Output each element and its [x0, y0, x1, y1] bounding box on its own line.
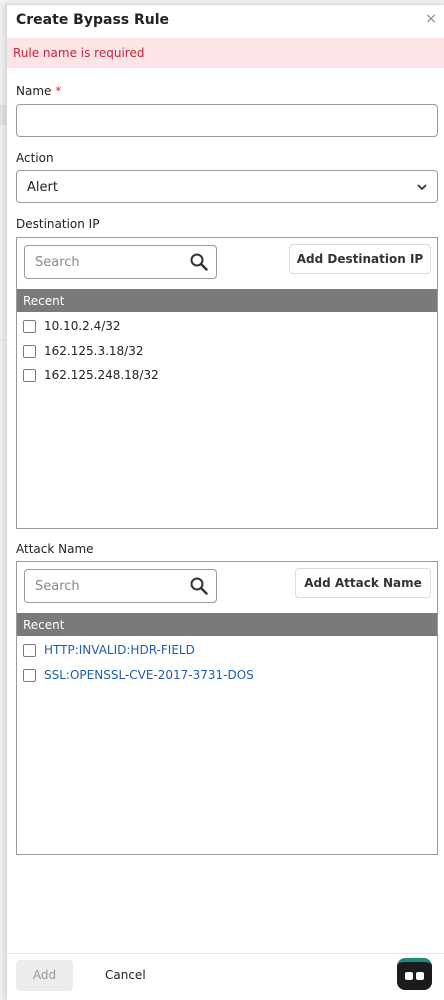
search-icon: [190, 253, 208, 271]
add-button[interactable]: Add: [16, 960, 73, 991]
required-mark: *: [55, 84, 62, 98]
destination-ip-label: Destination IP: [16, 217, 100, 231]
add-attack-name-button[interactable]: Add Attack Name: [295, 568, 431, 598]
attack-name-label: Attack Name: [16, 542, 94, 556]
list-item[interactable]: 10.10.2.4/32: [23, 316, 121, 336]
chat-assistant-icon[interactable]: [397, 958, 432, 990]
action-select-value: Alert: [27, 180, 58, 195]
checkbox[interactable]: [23, 668, 36, 682]
checkbox[interactable]: [23, 319, 36, 333]
destination-ip-picker: Search Add Destination IP Recent 10.10.2…: [16, 237, 438, 529]
action-select[interactable]: Alert: [16, 170, 438, 203]
list-item-label: SSL:OPENSSL-CVE-2017-3731-DOS: [44, 668, 254, 682]
dialog-footer: Add Cancel: [7, 953, 444, 1000]
destination-ip-recent-header: Recent: [17, 289, 437, 312]
list-item[interactable]: HTTP:INVALID:HDR-FIELD: [23, 640, 195, 660]
search-icon: [190, 577, 208, 595]
attack-name-recent-header: Recent: [17, 613, 437, 636]
list-item[interactable]: SSL:OPENSSL-CVE-2017-3731-DOS: [23, 665, 254, 685]
cancel-button[interactable]: Cancel: [105, 968, 146, 982]
attack-name-search-input[interactable]: Search: [24, 569, 217, 603]
name-input[interactable]: [16, 104, 438, 137]
name-label: Name *: [16, 84, 61, 98]
assistant-eye: [405, 972, 413, 980]
list-item[interactable]: 162.125.248.18/32: [23, 365, 159, 385]
list-item-label: 162.125.248.18/32: [44, 368, 159, 382]
destination-ip-search-placeholder: Search: [35, 255, 80, 270]
action-label: Action: [16, 151, 54, 165]
add-destination-ip-button[interactable]: Add Destination IP: [289, 244, 431, 274]
list-item[interactable]: 162.125.3.18/32: [23, 341, 143, 361]
list-item-label: 162.125.3.18/32: [44, 344, 144, 358]
error-banner: Rule name is required: [7, 38, 444, 68]
dialog-title: Create Bypass Rule: [16, 12, 170, 28]
checkbox[interactable]: [23, 368, 36, 382]
assistant-eye: [416, 972, 424, 980]
close-icon[interactable]: ×: [425, 11, 437, 27]
dialog-header: Create Bypass Rule ×: [7, 5, 444, 37]
list-item-label: HTTP:INVALID:HDR-FIELD: [44, 643, 195, 657]
create-bypass-rule-dialog: Create Bypass Rule × Rule name is requir…: [6, 4, 444, 1000]
chevron-down-icon: [417, 184, 427, 191]
destination-ip-search-input[interactable]: Search: [24, 245, 217, 279]
checkbox[interactable]: [23, 344, 36, 358]
attack-name-picker: Search Add Attack Name Recent HTTP:INVAL…: [16, 561, 438, 855]
name-label-text: Name: [16, 84, 52, 98]
attack-name-search-placeholder: Search: [35, 579, 80, 594]
list-item-label: 10.10.2.4/32: [44, 319, 121, 333]
checkbox[interactable]: [23, 643, 36, 657]
